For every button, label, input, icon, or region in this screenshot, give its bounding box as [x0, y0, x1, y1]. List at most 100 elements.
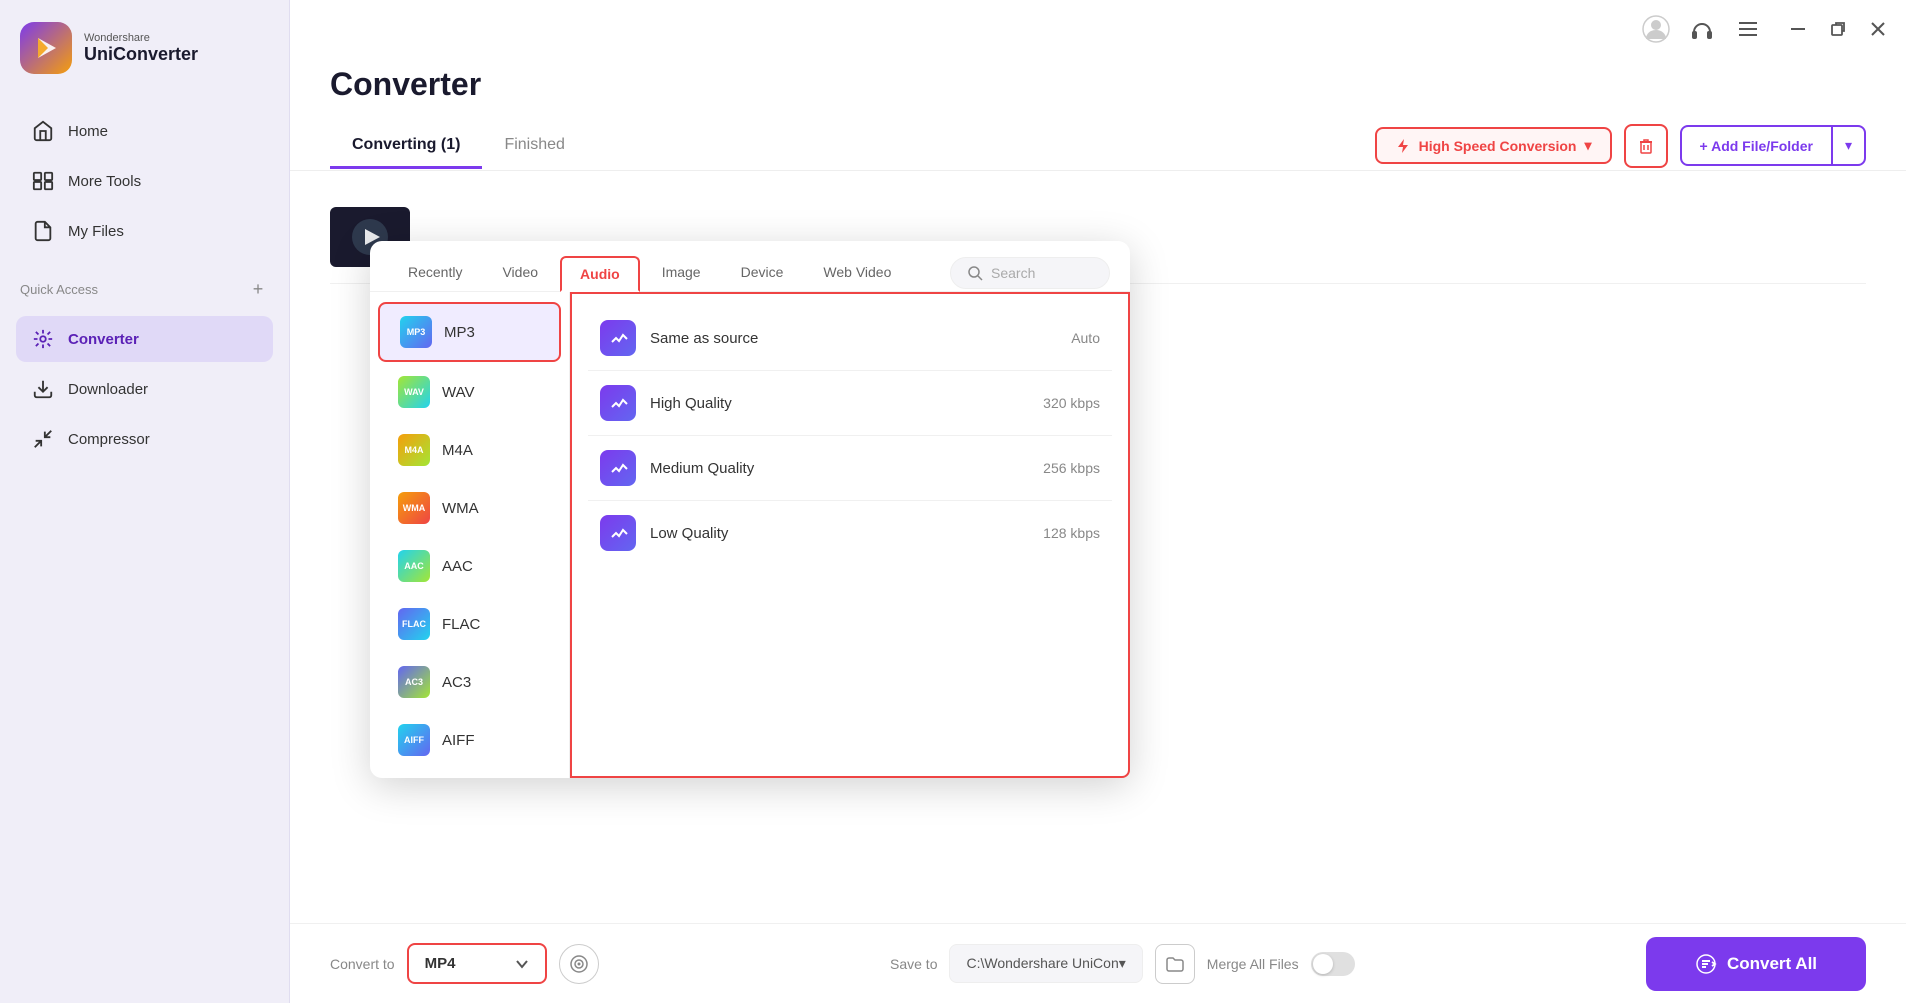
search-icon	[967, 265, 983, 281]
app-logo: Wondershare UniConverter	[0, 0, 289, 98]
format-item-aiff[interactable]: AIFF AIFF	[378, 712, 561, 768]
bottom-left: Convert to MP4	[330, 943, 599, 984]
tabs-right: High Speed Conversion ▾ + Add File/Folde…	[1375, 124, 1866, 168]
add-file-arrow[interactable]: ▾	[1831, 127, 1864, 164]
titlebar	[290, 0, 1906, 48]
tab-converting[interactable]: Converting (1)	[330, 124, 482, 169]
search-box[interactable]: Search	[950, 257, 1110, 289]
avatar-icon[interactable]	[1642, 15, 1670, 43]
sidebar-item-converter-label: Converter	[68, 331, 139, 348]
quality-icon-high	[600, 385, 636, 421]
sidebar-item-my-files[interactable]: My Files	[16, 208, 273, 254]
save-to-label: Save to	[890, 956, 937, 972]
sidebar-item-compressor[interactable]: Compressor	[16, 416, 273, 462]
flac-icon: FLAC	[398, 608, 430, 640]
fmt-tab-audio[interactable]: Audio	[560, 256, 640, 292]
trash-icon	[1636, 136, 1656, 156]
sidebar-nav: Home More Tools My Files	[0, 98, 289, 264]
format-item-wma[interactable]: WMA WMA	[378, 480, 561, 536]
wma-icon: WMA	[398, 492, 430, 524]
logo-name: UniConverter	[84, 44, 198, 65]
more-tools-icon	[32, 170, 54, 192]
dropdown-arrow-icon	[515, 957, 529, 971]
fmt-tab-recently[interactable]: Recently	[390, 256, 480, 292]
restore-button[interactable]	[1826, 17, 1850, 41]
page-header: Converter	[290, 48, 1906, 121]
tabs-bar: Converting (1) Finished High Speed Conve…	[290, 121, 1906, 171]
main-content: Converter Converting (1) Finished High S…	[290, 0, 1906, 1003]
minimize-button[interactable]	[1786, 17, 1810, 41]
close-button[interactable]	[1866, 17, 1890, 41]
sidebar-item-home-label: Home	[68, 123, 108, 140]
format-item-wav[interactable]: WAV WAV	[378, 364, 561, 420]
convert-to-label: Convert to	[330, 956, 395, 972]
mp3-icon: MP3	[400, 316, 432, 348]
content-area: Recently Video Audio Image Device	[290, 171, 1906, 923]
tab-finished[interactable]: Finished	[482, 124, 586, 169]
sidebar-item-more-tools[interactable]: More Tools	[16, 158, 273, 204]
format-item-flac[interactable]: FLAC FLAC	[378, 596, 561, 652]
tabs-left: Converting (1) Finished	[330, 123, 587, 168]
ac3-icon: AC3	[398, 666, 430, 698]
quality-item-same-as-source[interactable]: Same as source Auto	[588, 306, 1112, 371]
folder-button[interactable]	[1155, 944, 1195, 984]
sidebar-item-downloader-label: Downloader	[68, 381, 148, 398]
logo-icon	[20, 22, 72, 74]
fmt-tab-device[interactable]: Device	[723, 256, 802, 292]
format-body: MP3 MP3 WAV WAV	[370, 292, 1130, 778]
sidebar-item-my-files-label: My Files	[68, 223, 124, 240]
format-list: MP3 MP3 WAV WAV	[370, 292, 570, 778]
format-dropdown: Recently Video Audio Image Device	[370, 241, 1130, 778]
converter-icon	[32, 328, 54, 350]
toggle-knob	[1313, 954, 1333, 974]
delete-button[interactable]	[1624, 124, 1668, 168]
folder-icon	[1165, 954, 1185, 974]
quality-icon-same-as-source	[600, 320, 636, 356]
convert-all-button[interactable]: Convert All	[1646, 937, 1866, 991]
quality-item-high[interactable]: High Quality 320 kbps	[588, 371, 1112, 436]
page-title: Converter	[330, 66, 1866, 103]
convert-all-icon	[1695, 953, 1717, 975]
quality-item-medium[interactable]: Medium Quality 256 kbps	[588, 436, 1112, 501]
target-icon-button[interactable]	[559, 944, 599, 984]
sidebar: Wondershare UniConverter Home	[0, 0, 290, 1003]
format-item-mp3[interactable]: MP3 MP3	[378, 302, 561, 362]
titlebar-icons	[1642, 15, 1762, 43]
menu-icon[interactable]	[1734, 15, 1762, 43]
fmt-tab-video[interactable]: Video	[484, 256, 556, 292]
format-item-m4a[interactable]: M4A M4A	[378, 422, 561, 478]
sidebar-nav-secondary: Converter Downloader Compre	[0, 306, 289, 472]
high-speed-button[interactable]: High Speed Conversion ▾	[1375, 127, 1612, 164]
m4a-icon: M4A	[398, 434, 430, 466]
lightning-icon	[1395, 138, 1411, 154]
quick-access-add-button[interactable]: +	[247, 278, 269, 300]
wav-icon: WAV	[398, 376, 430, 408]
downloader-icon	[32, 378, 54, 400]
sidebar-item-home[interactable]: Home	[16, 108, 273, 154]
aac-icon: AAC	[398, 550, 430, 582]
bottom-bar: Convert to MP4 Save to	[290, 923, 1906, 1003]
merge-toggle[interactable]	[1311, 952, 1355, 976]
quality-icon-low	[600, 515, 636, 551]
convert-to-select[interactable]: MP4	[407, 943, 547, 984]
quality-list: Same as source Auto High Quality 320	[570, 292, 1130, 778]
add-file-button[interactable]: + Add File/Folder ▾	[1680, 125, 1866, 166]
fmt-tab-web-video[interactable]: Web Video	[805, 256, 909, 292]
my-files-icon	[32, 220, 54, 242]
quick-access-label: Quick Access	[20, 282, 98, 297]
format-item-ac3[interactable]: AC3 AC3	[378, 654, 561, 710]
add-file-main[interactable]: + Add File/Folder	[1682, 128, 1831, 164]
sidebar-item-converter[interactable]: Converter	[16, 316, 273, 362]
quality-item-low[interactable]: Low Quality 128 kbps	[588, 501, 1112, 565]
home-icon	[32, 120, 54, 142]
format-tabs-left: Recently Video Audio Image Device	[390, 255, 909, 291]
format-item-aac[interactable]: AAC AAC	[378, 538, 561, 594]
sidebar-item-downloader[interactable]: Downloader	[16, 366, 273, 412]
fmt-tab-image[interactable]: Image	[644, 256, 719, 292]
save-path-button[interactable]: C:\Wondershare UniCon▾	[949, 944, 1142, 983]
headset-icon[interactable]	[1688, 15, 1716, 43]
bottom-center: Save to C:\Wondershare UniCon▾ Merge All…	[890, 944, 1355, 984]
sidebar-item-more-tools-label: More Tools	[68, 173, 141, 190]
format-tabs: Recently Video Audio Image Device	[370, 241, 1130, 292]
sidebar-item-compressor-label: Compressor	[68, 431, 150, 448]
